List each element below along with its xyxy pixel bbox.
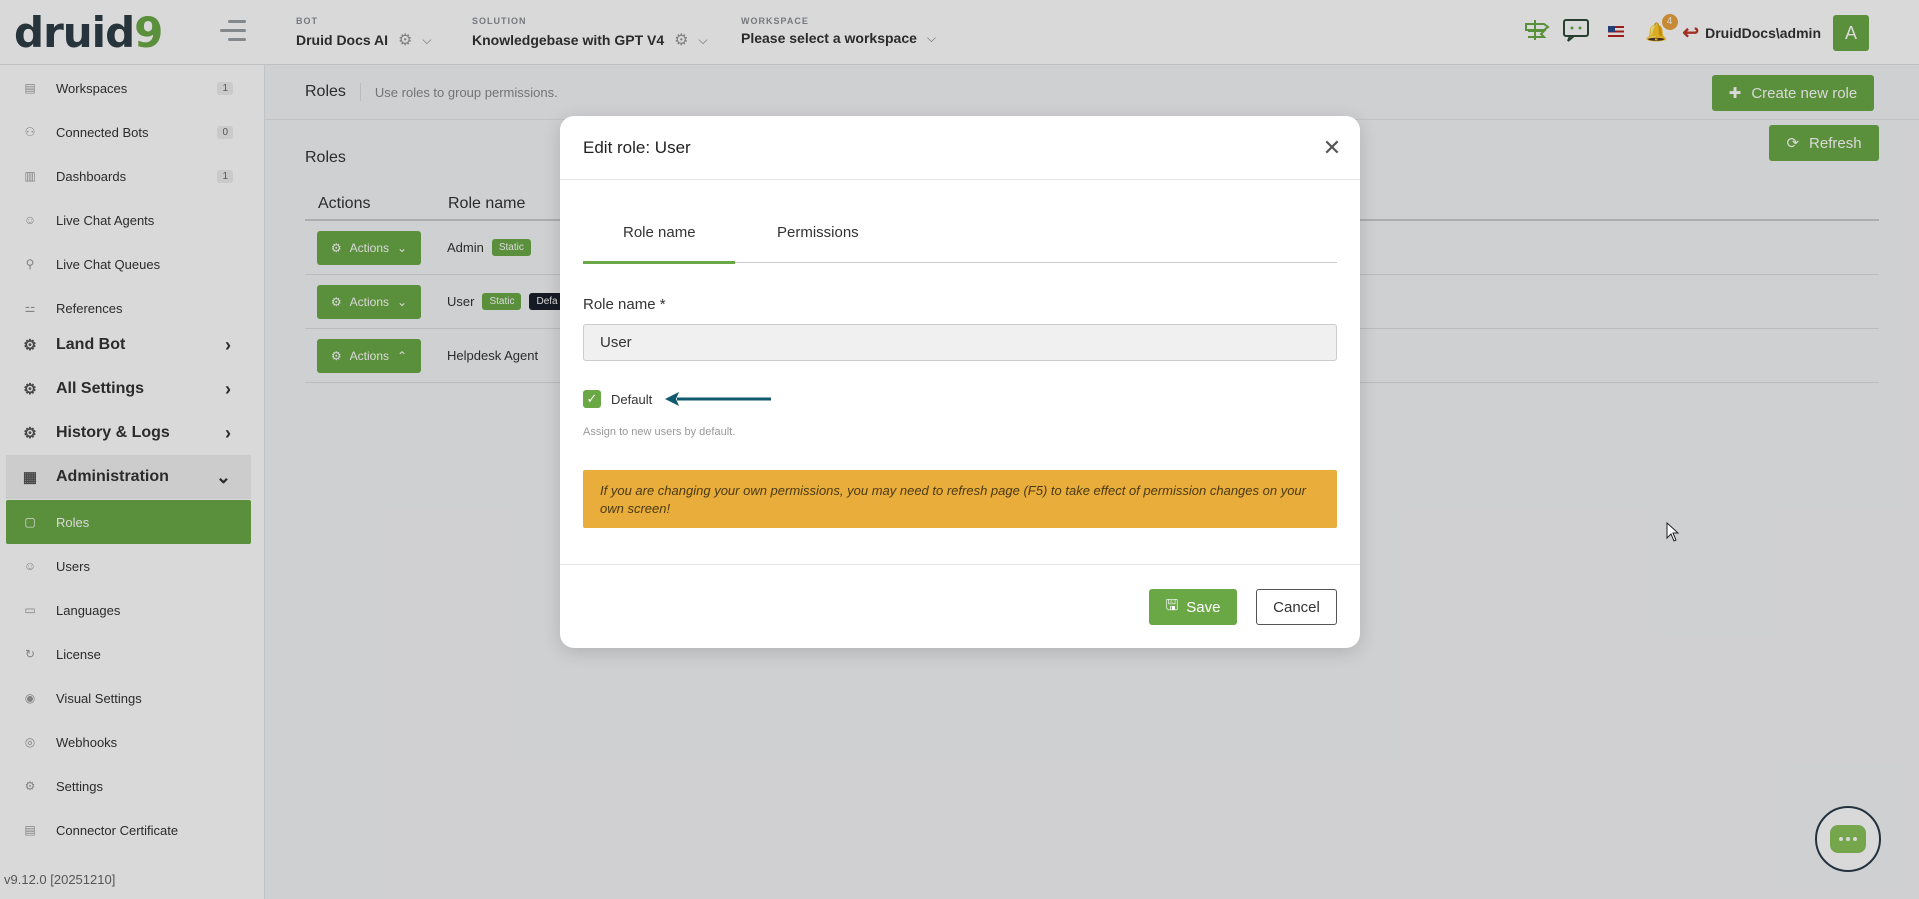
modal-title: Edit role: User: [583, 138, 691, 157]
default-hint: Assign to new users by default.: [583, 426, 736, 438]
default-checkbox[interactable]: ✓: [583, 390, 601, 408]
active-tab-indicator: [583, 261, 735, 264]
annotation-arrow-icon: [665, 392, 771, 406]
save-button[interactable]: 🖫 Save: [1149, 589, 1237, 625]
cancel-button[interactable]: Cancel: [1256, 589, 1337, 625]
save-label: Save: [1186, 598, 1221, 616]
edit-role-modal: Edit role: User ✕ Role name Permissions …: [560, 116, 1360, 648]
modal-footer: 🖫 Save Cancel: [560, 564, 1360, 648]
close-icon[interactable]: ✕: [1318, 134, 1346, 162]
tab-permissions[interactable]: Permissions: [777, 224, 859, 241]
permission-warning: If you are changing your own permissions…: [583, 470, 1337, 528]
default-checkbox-row[interactable]: ✓ Default: [583, 390, 652, 408]
role-name-input[interactable]: [583, 324, 1337, 361]
save-icon: 🖫: [1165, 596, 1179, 614]
mouse-cursor-icon: [1666, 522, 1680, 542]
tab-role-name[interactable]: Role name: [623, 224, 696, 241]
role-name-label: Role name *: [583, 296, 666, 313]
modal-tabs: Role name Permissions: [583, 206, 1337, 264]
default-checkbox-label: Default: [611, 391, 653, 407]
modal-header: Edit role: User ✕: [560, 116, 1360, 180]
